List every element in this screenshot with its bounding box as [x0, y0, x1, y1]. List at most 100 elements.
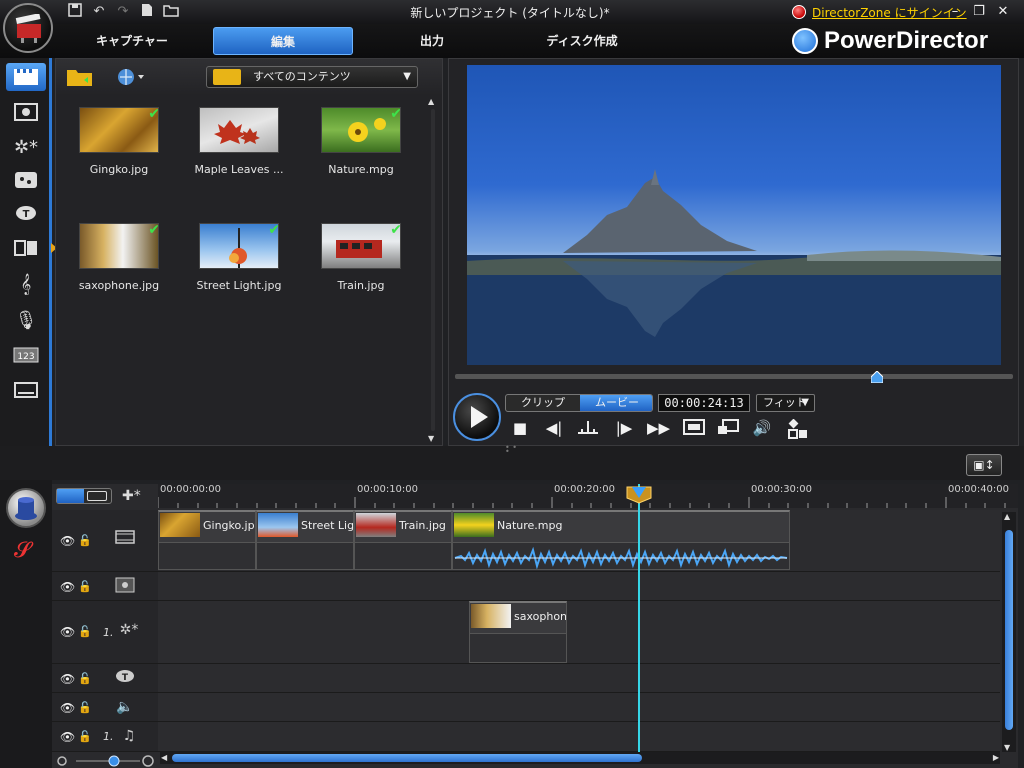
magic-movie-wizard-icon[interactable] [6, 488, 46, 528]
preview-video[interactable] [467, 65, 1001, 365]
voice-over-icon[interactable]: 🎙 [6, 306, 46, 334]
title-track-body[interactable] [158, 664, 1000, 692]
library-item-nature[interactable]: ✔ Nature.mpg [304, 107, 414, 187]
particle-room-icon[interactable] [6, 166, 46, 194]
maximize-button[interactable]: ❐ [970, 4, 988, 20]
tab-produce[interactable]: 出力 [362, 27, 502, 55]
stop-icon[interactable]: ■ [509, 419, 531, 437]
timeline-clip-saxophone[interactable]: saxophone.jpg [469, 601, 567, 663]
scrub-handle-icon[interactable] [871, 371, 883, 383]
snapshot-icon[interactable] [787, 418, 809, 439]
timeline-zoom-slider[interactable] [56, 752, 154, 767]
timeline-settings-button[interactable]: ▣↕ [966, 454, 1002, 476]
scroll-thumb[interactable] [172, 754, 642, 762]
video-track-body[interactable]: Gingko.jpg Street Light.jpg Train.jpg Na… [158, 510, 1000, 571]
storyboard-view-button[interactable] [87, 491, 107, 501]
pip-track-body[interactable]: saxophone.jpg [158, 601, 1000, 663]
timeline-view-button[interactable] [57, 489, 84, 503]
next-frame-icon[interactable]: |▶ [613, 419, 635, 437]
title-room-icon[interactable]: T [6, 200, 46, 228]
timeline-view-toggle[interactable] [56, 488, 112, 504]
eye-icon[interactable]: 👁 [60, 534, 75, 548]
eye-icon[interactable]: 👁 [60, 580, 75, 594]
timeline-clip-train[interactable]: Train.jpg [354, 510, 452, 570]
preview-mode-toggle[interactable]: クリップ ムービー [505, 394, 653, 412]
library-scrollbar[interactable]: ▲ ▼ [428, 97, 438, 443]
zoom-fit-dropdown[interactable]: フィット ▼ [756, 394, 815, 412]
close-button[interactable]: ✕ [994, 4, 1012, 20]
add-effect-icon[interactable]: ✚* [122, 488, 141, 504]
subtitle-room-icon[interactable] [6, 376, 46, 404]
time-ruler[interactable]: 00:00:00:00 00:00:10:00 00:00:20:00 00:0… [158, 484, 1018, 508]
fast-forward-icon[interactable]: ▶▶ [647, 419, 670, 437]
scroll-thumb[interactable] [1005, 530, 1013, 730]
timeline-clip-nature[interactable]: Nature.mpg [452, 510, 790, 570]
scroll-left-icon[interactable]: ◀ [161, 752, 167, 764]
slideshow-creator-icon[interactable]: 𝓢 [14, 538, 31, 563]
import-media-icon[interactable] [66, 67, 96, 91]
timeline-clip-street-light[interactable]: Street Light.jpg [256, 510, 354, 570]
lock-icon[interactable]: 🔓 [78, 534, 92, 547]
transition-room-icon[interactable] [6, 234, 46, 262]
effect-room-icon[interactable] [6, 98, 46, 126]
eye-icon[interactable]: 👁 [60, 701, 75, 715]
pip-objects-icon[interactable]: ✲* [6, 133, 46, 161]
eye-icon[interactable]: 👁 [60, 730, 75, 744]
undo-icon[interactable]: ↶ [90, 3, 108, 21]
playhead-handle-icon[interactable] [626, 486, 652, 504]
split-icon[interactable] [577, 419, 599, 437]
new-project-icon[interactable] [138, 3, 156, 21]
scroll-up-icon[interactable]: ▲ [1004, 512, 1010, 521]
lock-icon[interactable]: 🔓 [78, 730, 92, 743]
tab-edit[interactable]: 編集 [213, 27, 353, 55]
previous-frame-icon[interactable]: ◀| [543, 419, 565, 437]
scroll-up-icon[interactable]: ▲ [428, 97, 434, 106]
audio-mixing-icon[interactable]: 𝄞 [6, 270, 46, 298]
library-item-gingko[interactable]: ✔ Gingko.jpg [62, 107, 172, 187]
scroll-track[interactable] [431, 109, 435, 431]
timeline-horizontal-scrollbar[interactable]: ◀ ▶ [160, 752, 1000, 764]
eye-icon[interactable]: 👁 [60, 625, 75, 639]
music-track-body[interactable] [158, 722, 1000, 751]
open-folder-icon[interactable] [162, 3, 180, 21]
lock-icon[interactable]: 🔓 [78, 580, 92, 593]
audio-waveform[interactable] [453, 542, 789, 569]
tab-create-disc[interactable]: ディスク作成 [512, 27, 652, 55]
library-item-street-light[interactable]: ✔ Street Light.jpg [182, 223, 292, 303]
timecode-display[interactable]: 00:00:24:13 [658, 394, 750, 412]
redo-icon[interactable]: ↷ [114, 3, 132, 21]
media-room-icon[interactable] [6, 63, 46, 91]
mode-clip-button[interactable]: クリップ [506, 395, 580, 411]
safe-zone-icon[interactable] [683, 419, 705, 437]
save-icon[interactable] [66, 3, 84, 21]
lock-icon[interactable]: 🔓 [78, 701, 92, 714]
play-button[interactable] [453, 393, 501, 441]
dual-monitor-icon[interactable] [717, 419, 739, 437]
tab-capture[interactable]: キャプチャー [62, 27, 202, 55]
lock-icon[interactable]: 🔓 [78, 625, 92, 638]
timeline-vertical-scrollbar[interactable]: ▲ ▼ [1002, 512, 1016, 752]
library-item-maple-leaves[interactable]: Maple Leaves ... [182, 107, 292, 187]
lock-icon[interactable]: 🔓 [78, 672, 92, 685]
directorzone-signin-link[interactable]: DirectorZone にサインイン [812, 4, 967, 21]
chapter-room-icon[interactable]: 123 [6, 341, 46, 369]
directorzone-icon[interactable] [792, 5, 806, 19]
scroll-down-icon[interactable]: ▼ [428, 434, 434, 443]
panel-resize-grip[interactable]: • • • [505, 444, 519, 456]
eye-icon[interactable]: 👁 [60, 672, 75, 686]
content-filter-dropdown[interactable]: すべてのコンテンツ ▼ [206, 66, 418, 88]
timeline-clip-gingko[interactable]: Gingko.jpg [158, 510, 256, 570]
library-item-train[interactable]: ✔ Train.jpg [304, 223, 414, 303]
playhead-line[interactable] [638, 484, 640, 752]
app-logo-icon[interactable] [3, 3, 53, 53]
preview-scrub-bar[interactable] [455, 374, 1013, 379]
library-item-saxophone[interactable]: ✔ saxophone.jpg [62, 223, 172, 303]
minimize-button[interactable]: – [946, 4, 964, 20]
voice-track-body[interactable] [158, 693, 1000, 721]
mode-movie-button[interactable]: ムービー [580, 395, 652, 411]
scroll-right-icon[interactable]: ▶ [993, 752, 999, 764]
download-content-icon[interactable] [116, 67, 146, 91]
volume-icon[interactable]: 🔊 [751, 419, 773, 437]
scroll-down-icon[interactable]: ▼ [1004, 743, 1010, 752]
effect-track-body[interactable] [158, 572, 1000, 600]
